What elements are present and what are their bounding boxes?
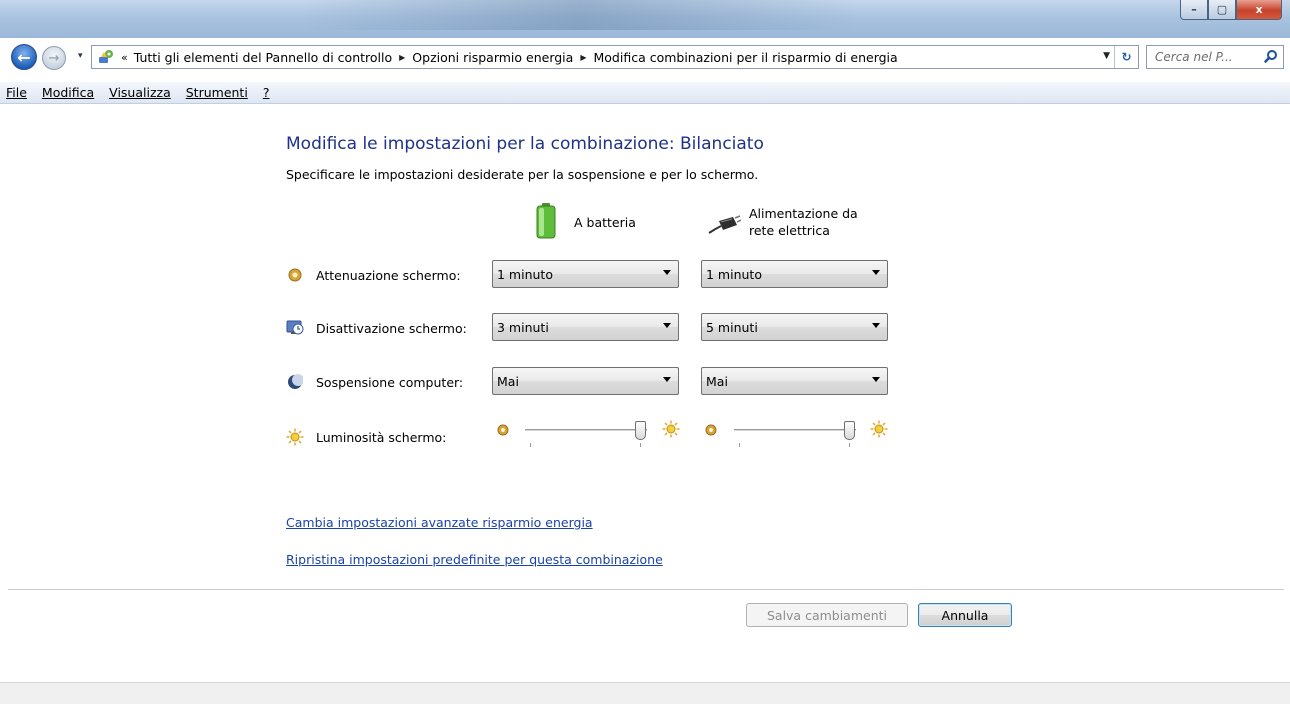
sleep-battery-value: Mai [497,373,519,389]
display-off-battery-select[interactable]: 3 minuti [492,313,679,341]
dim-display-icon [286,266,304,284]
chevron-down-icon [872,270,880,275]
sleep-battery-select[interactable]: Mai [492,367,679,395]
dim-display-battery-value: 1 minuto [497,266,553,282]
setting-label-dim-display: Attenuazione schermo: [286,266,461,284]
menu-strumenti[interactable]: Strumenti [186,85,248,100]
divider [8,589,1284,590]
slider-track [734,429,856,432]
sleep-moon-icon [286,373,304,391]
setting-label-sleep: Sospensione computer: [286,373,463,391]
recent-pages-dropdown[interactable]: ▾ [78,51,83,61]
battery-icon [536,203,556,242]
display-off-battery-value: 3 minuti [497,319,549,335]
brightness-high-icon [662,420,680,441]
maximize-button[interactable]: ▢ [1208,0,1236,20]
breadcrumb-item-control-panel[interactable]: Tutti gli elementi del Pannello di contr… [134,50,392,65]
minimize-button[interactable]: – [1180,0,1208,20]
advanced-settings-link-text[interactable]: Cambia impostazioni avanzate risparmio e… [286,515,593,530]
column-label-plugged-in-line1: Alimentazione da [749,205,858,221]
page-title: Modifica le impostazioni per la combinaz… [286,134,764,154]
brightness-high-icon [870,420,888,441]
chevron-down-icon [872,323,880,328]
restore-defaults-link-text[interactable]: Ripristina impostazioni predefinite per … [286,552,663,567]
dim-display-plugged-select[interactable]: 1 minuto [701,260,888,288]
setting-label-text: Sospensione computer: [316,374,464,390]
slider-tick [640,443,641,447]
breadcrumb: « Tutti gli elementi del Pannello di con… [117,50,898,65]
status-bar [0,682,1290,704]
breadcrumb-separator-icon[interactable]: ▶ [580,53,586,62]
title-bar-glass [300,0,860,30]
slider-tick [849,443,850,447]
display-off-plugged-value: 5 minuti [706,319,758,335]
setting-label-text: Attenuazione schermo: [316,267,461,283]
slider-tick [739,443,740,447]
navigation-bar: ← → ▾ « Tutti gli elementi del Pannello … [0,42,1290,72]
search-icon[interactable] [1264,49,1278,67]
column-label-plugged-in: Alimentazione da rete elettrica [749,205,858,239]
menu-visualizza[interactable]: Visualizza [109,85,171,100]
save-changes-button[interactable]: Salva cambiamenti [746,603,908,627]
address-dropdown-icon[interactable]: ▼ [1103,51,1110,61]
back-button[interactable]: ← [11,44,37,70]
close-button[interactable]: x [1236,0,1282,20]
power-plug-icon [705,215,742,240]
setting-label-display-off: Disattivazione schermo: [286,319,467,337]
column-label-plugged-in-line2: rete elettrica [749,222,830,238]
forward-button[interactable]: → [42,46,66,70]
title-bar: – ▢ x [0,0,1290,38]
menu-help[interactable]: ? [263,85,270,100]
column-header-plugged-in: Alimentazione da rete elettrica [705,203,858,240]
chevron-down-icon [663,377,671,382]
refresh-icon[interactable]: ↻ [1114,46,1138,68]
setting-label-text: Luminosità schermo: [316,429,447,445]
brightness-battery-slider[interactable] [525,421,649,453]
control-panel-icon [95,47,117,67]
breadcrumb-separator-icon[interactable]: ▶ [399,53,405,62]
brightness-sun-icon [286,428,304,446]
search-input[interactable] [1155,50,1255,64]
breadcrumb-item-power-options[interactable]: Opzioni risparmio energia [412,50,573,65]
chevron-down-icon [663,323,671,328]
window-controls: – ▢ x [1180,0,1282,22]
slider-track [525,429,647,432]
breadcrumb-overflow[interactable]: « [121,51,128,64]
page-subtitle: Specificare le impostazioni desiderate p… [286,167,759,182]
dim-display-battery-select[interactable]: 1 minuto [492,260,679,288]
setting-label-text: Disattivazione schermo: [316,320,467,336]
chevron-down-icon [872,377,880,382]
setting-label-brightness: Luminosità schermo: [286,428,446,446]
dim-display-plugged-value: 1 minuto [706,266,762,282]
slider-thumb[interactable] [635,421,646,440]
display-off-icon [286,319,304,337]
breadcrumb-item-edit-plan[interactable]: Modifica combinazioni per il risparmio d… [593,50,897,65]
slider-tick [530,443,531,447]
column-header-battery: A batteria [536,203,636,242]
column-label-battery: A batteria [574,215,636,230]
brightness-low-icon [497,424,509,439]
slider-thumb[interactable] [844,421,855,440]
advanced-settings-link[interactable]: Cambia impostazioni avanzate risparmio e… [286,515,593,530]
sleep-plugged-select[interactable]: Mai [701,367,888,395]
menu-file[interactable]: File [6,85,27,100]
display-off-plugged-select[interactable]: 5 minuti [701,313,888,341]
address-bar[interactable]: « Tutti gli elementi del Pannello di con… [91,45,1139,69]
sleep-plugged-value: Mai [706,373,728,389]
restore-defaults-link[interactable]: Ripristina impostazioni predefinite per … [286,552,663,567]
brightness-plugged-slider[interactable] [734,421,858,453]
menu-bar: File Modifica Visualizza Strumenti ? [0,82,1290,104]
search-box[interactable] [1146,45,1284,69]
brightness-low-icon [705,424,717,439]
menu-modifica[interactable]: Modifica [42,85,94,100]
cancel-button[interactable]: Annulla [918,603,1012,627]
chevron-down-icon [663,270,671,275]
